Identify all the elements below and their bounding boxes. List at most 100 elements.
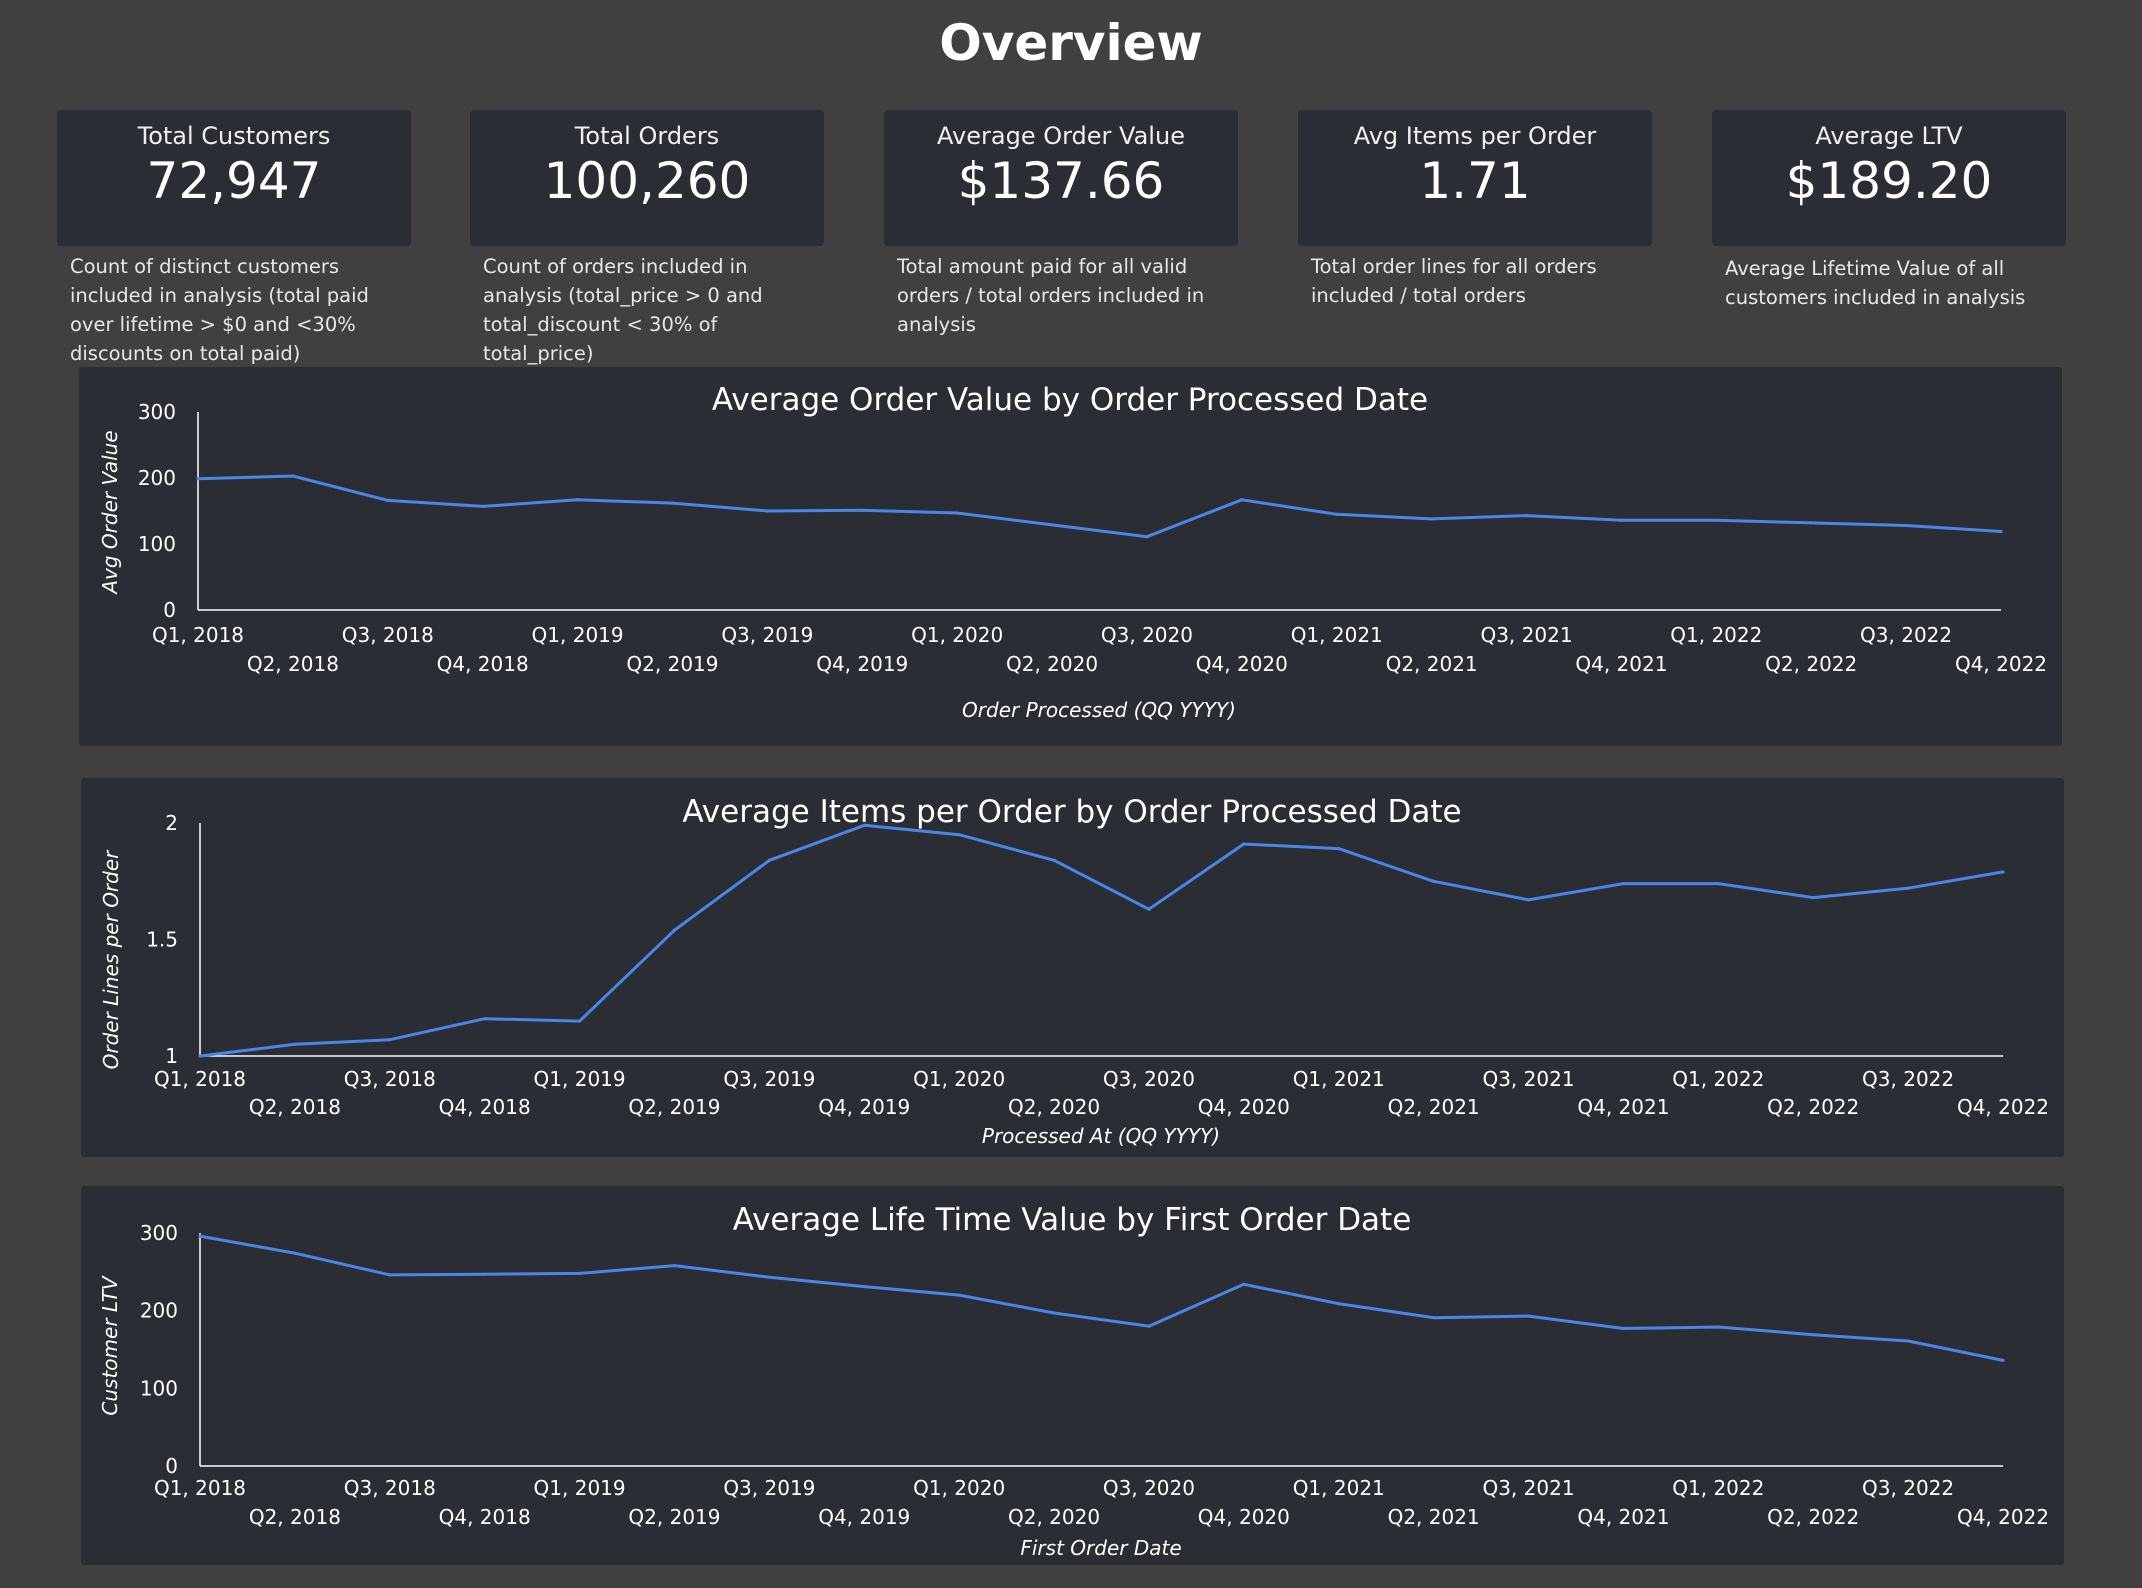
data-point (1147, 907, 1151, 911)
data-point (1716, 881, 1720, 886)
data-point (1811, 895, 1815, 900)
y-axis-title: Avg Order Value (98, 430, 122, 595)
kpi-value: 1.71 (1419, 152, 1531, 210)
data-point (291, 474, 295, 478)
x-tick-label: Q3, 2020 (1103, 1067, 1195, 1091)
x-tick-label: Q3, 2020 (1103, 1476, 1195, 1500)
data-point (2001, 870, 2005, 874)
chart-avg-ltv: Average Life Time Value by First Order D… (98, 1202, 2049, 1560)
chart-title: Average Order Value by Order Processed D… (712, 382, 1428, 418)
x-tick-label: Q1, 2019 (534, 1476, 626, 1500)
chart-panel-avg-ltv: Average Life Time Value by First Order D… (81, 1186, 2064, 1565)
x-axis-title: Processed At (QQ YYYY) (982, 1124, 1220, 1148)
x-tick-label: Q3, 2019 (721, 623, 813, 647)
data-point (1242, 842, 1246, 846)
kpi-card-total-customers: Total Customers 72,947 (57, 110, 411, 246)
data-point (386, 498, 390, 503)
kpi-description: Total amount paid for all valid orders /… (897, 255, 1205, 336)
data-point (1904, 523, 1908, 528)
y-tick-label: 200 (138, 466, 176, 490)
x-tick-label: Q3, 2018 (342, 623, 434, 647)
data-point (1906, 1339, 1910, 1343)
data-point (1714, 518, 1718, 522)
data-point (1432, 1316, 1436, 1320)
data-point (196, 477, 200, 481)
y-axis-title: Customer LTV (98, 1275, 122, 1416)
data-point (2001, 1358, 2005, 1362)
kpi-value: $189.20 (1785, 152, 1993, 210)
x-axis-title: Order Processed (QQ YYYY) (962, 698, 1236, 722)
data-point (1906, 886, 1910, 890)
x-tick-label: Q1, 2022 (1672, 1067, 1764, 1091)
data-point (575, 498, 580, 502)
data-point (1811, 1333, 1815, 1337)
kpi-value: $137.66 (957, 152, 1165, 210)
data-point (1337, 1302, 1341, 1306)
data-point (1052, 1311, 1056, 1315)
y-tick-label: 0 (165, 1454, 178, 1478)
kpi-label: Avg Items per Order (1353, 122, 1597, 150)
y-tick-label: 200 (140, 1299, 178, 1323)
x-tick-label: Q1, 2018 (154, 1067, 246, 1091)
kpi-description: Average Lifetime Value of all customers … (1725, 257, 2026, 309)
data-point (1145, 535, 1149, 539)
x-tick-label: Q1, 2021 (1293, 1067, 1385, 1091)
x-tick-label: Q2, 2020 (1008, 1095, 1100, 1119)
data-point (1809, 521, 1813, 525)
data-point (1526, 1314, 1531, 1318)
data-point (670, 501, 675, 505)
kpi-description: Count of orders included in analysis (to… (483, 255, 763, 365)
data-point (1335, 512, 1339, 516)
x-tick-label: Q1, 2019 (532, 623, 624, 647)
data-point (957, 833, 961, 837)
kpi-description: Count of distinct customers included in … (70, 255, 369, 365)
data-point (483, 1272, 487, 1276)
page-title: Overview (939, 14, 1203, 72)
x-tick-label: Q4, 2020 (1196, 652, 1288, 676)
x-tick-label: Q2, 2020 (1008, 1505, 1100, 1529)
x-tick-label: Q2, 2018 (247, 652, 339, 676)
data-point (672, 928, 677, 932)
x-tick-label: Q1, 2019 (534, 1067, 626, 1091)
data-point (1524, 514, 1529, 518)
chart-avg-items-per-order: Average Items per Order by Order Process… (99, 794, 2049, 1148)
x-tick-label: Q2, 2021 (1388, 1095, 1480, 1119)
kpi-label: Total Orders (574, 122, 720, 150)
kpi-card-average-order-value: Average Order Value $137.66 (884, 110, 1238, 246)
kpi-card-total-orders: Total Orders 100,260 (470, 110, 824, 246)
x-tick-label: Q4, 2018 (439, 1095, 531, 1119)
chart-panel-avg-order-value: Average Order Value by Order Processed D… (79, 367, 2062, 746)
data-point (483, 1017, 487, 1021)
x-tick-label: Q3, 2022 (1862, 1067, 1954, 1091)
data-point (765, 509, 769, 513)
y-tick-label: 300 (138, 400, 176, 424)
x-tick-label: Q4, 2020 (1198, 1505, 1290, 1529)
data-point (862, 823, 866, 827)
x-tick-label: Q1, 2022 (1672, 1476, 1764, 1500)
x-tick-label: Q1, 2018 (154, 1476, 246, 1500)
kpi-label: Average LTV (1815, 122, 1963, 150)
x-tick-label: Q3, 2021 (1482, 1476, 1574, 1500)
x-tick-label: Q4, 2022 (1957, 1505, 2049, 1529)
series-line (197, 474, 2002, 539)
data-point (1337, 847, 1341, 851)
data-point (388, 1038, 392, 1042)
data-point (577, 1271, 582, 1275)
y-tick-label: 300 (140, 1221, 178, 1245)
kpi-label: Total Customers (137, 122, 331, 150)
x-tick-label: Q1, 2020 (913, 1476, 1005, 1500)
kpi-description: Total order lines for all orders include… (1311, 255, 1597, 307)
data-point (860, 508, 864, 512)
data-point (1432, 879, 1436, 883)
x-tick-label: Q2, 2020 (1006, 652, 1098, 676)
x-tick-label: Q2, 2022 (1765, 652, 1857, 676)
data-point (1147, 1324, 1151, 1328)
data-point (198, 1054, 202, 1058)
x-tick-label: Q3, 2018 (344, 1476, 436, 1500)
data-point (1052, 858, 1056, 862)
x-tick-label: Q3, 2020 (1101, 623, 1193, 647)
x-tick-label: Q3, 2021 (1480, 623, 1572, 647)
data-point (767, 858, 771, 862)
data-point (767, 1275, 771, 1279)
x-tick-label: Q1, 2021 (1293, 1476, 1385, 1500)
